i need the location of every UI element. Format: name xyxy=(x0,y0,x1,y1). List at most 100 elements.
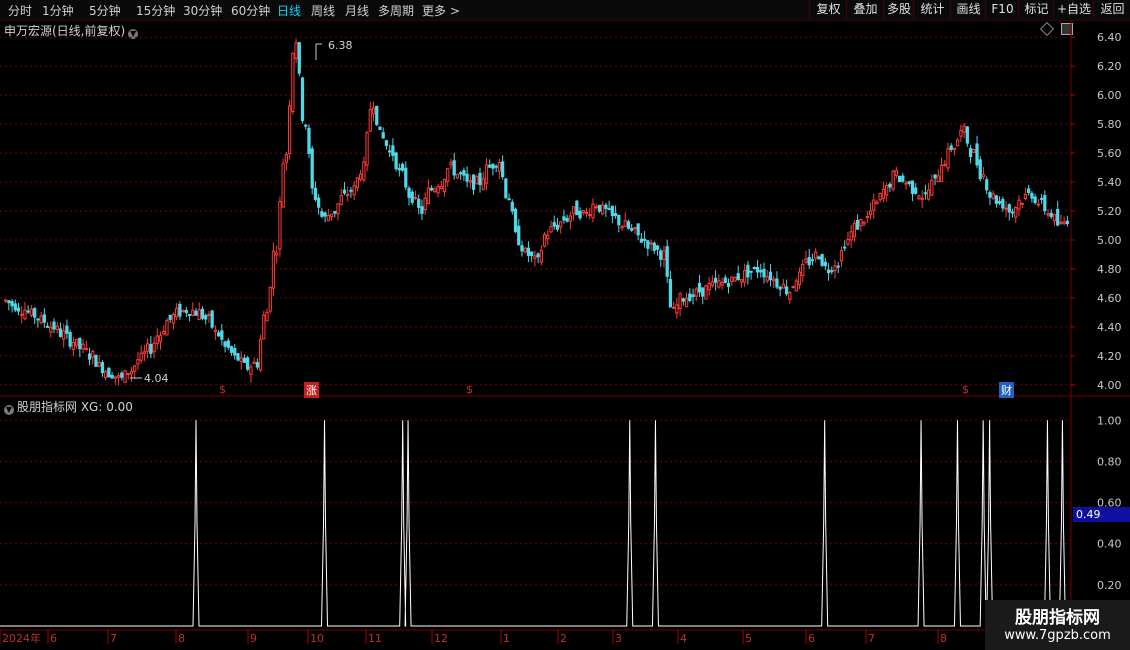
candle-body xyxy=(904,182,908,185)
candle-body xyxy=(381,132,385,139)
candle-body xyxy=(204,315,208,320)
candle-body xyxy=(997,200,1002,204)
candle-body xyxy=(478,172,482,186)
candle-body xyxy=(410,191,414,203)
candle-body xyxy=(55,325,59,331)
candle-body xyxy=(801,264,805,277)
price-tick-label: 5.80 xyxy=(1097,118,1122,131)
candle-body xyxy=(23,309,27,320)
candle-body xyxy=(697,282,702,293)
candle-body xyxy=(333,211,337,214)
candle-body xyxy=(823,261,827,267)
candle-body xyxy=(936,175,940,183)
candle-body xyxy=(1001,199,1005,209)
candle-body xyxy=(397,168,401,171)
dividend-marker[interactable]: $ xyxy=(466,383,473,396)
candle-body xyxy=(759,269,763,273)
price-tick-label: 4.80 xyxy=(1097,263,1122,276)
candle-body xyxy=(287,105,292,154)
candle-body xyxy=(581,210,585,214)
candle-body xyxy=(584,212,589,215)
candle-body xyxy=(1004,207,1008,210)
candle-body xyxy=(391,145,395,156)
price-tick-label: 6.00 xyxy=(1097,89,1122,102)
candle-body xyxy=(155,335,159,344)
month-label: 3 xyxy=(615,632,622,645)
candle-body xyxy=(736,273,740,281)
dividend-marker[interactable]: $ xyxy=(962,383,969,396)
candle-body xyxy=(178,303,182,317)
candle-body xyxy=(426,187,431,205)
candle-body xyxy=(29,308,34,316)
candle-body xyxy=(275,252,279,256)
candle-body xyxy=(81,343,85,350)
indicator-tick-label: 0.40 xyxy=(1097,538,1122,551)
candle-body xyxy=(42,314,46,323)
candle-body xyxy=(562,216,566,221)
indicator-line xyxy=(0,420,1071,627)
candle-body xyxy=(136,359,140,365)
candle-body xyxy=(329,213,334,218)
candle-body xyxy=(323,212,327,217)
candle-body xyxy=(268,286,272,312)
candle-body xyxy=(74,338,79,346)
candle-body xyxy=(1039,197,1044,200)
candle-body xyxy=(1017,199,1021,210)
candle-body xyxy=(565,218,569,222)
candle-body xyxy=(194,310,198,316)
indicator-tick-label: 0.20 xyxy=(1097,579,1122,592)
candle-body xyxy=(262,314,266,340)
candle-body xyxy=(313,187,318,200)
candle-body xyxy=(733,276,737,282)
candle-body xyxy=(49,326,53,333)
candle-body xyxy=(152,342,156,353)
candle-body xyxy=(720,281,724,286)
candle-body xyxy=(58,328,63,337)
candle-body xyxy=(471,174,476,190)
candle-body xyxy=(310,148,314,189)
candle-body xyxy=(539,249,543,263)
candle-body xyxy=(659,250,663,260)
candle-body xyxy=(436,186,440,194)
candle-body xyxy=(923,192,928,195)
candle-body xyxy=(981,174,986,178)
candle-body xyxy=(388,150,392,153)
candle-body xyxy=(110,374,114,379)
candle-body xyxy=(707,283,711,291)
candle-body xyxy=(623,220,627,227)
candle-body xyxy=(607,208,611,211)
candle-body xyxy=(536,253,540,258)
candle-body xyxy=(249,366,253,375)
candle-body xyxy=(258,339,263,371)
month-label: 6 xyxy=(808,632,815,645)
candle-body xyxy=(939,165,944,182)
financial-report-badge[interactable]: 财 xyxy=(999,382,1014,398)
candle-body xyxy=(743,270,747,283)
watermark: 股朋指标网 www.7gpzb.com xyxy=(985,600,1130,650)
candle-body xyxy=(555,224,560,230)
month-label: 9 xyxy=(250,632,257,645)
candle-body xyxy=(642,238,647,241)
candle-body xyxy=(1062,221,1066,225)
candle-body xyxy=(236,353,240,361)
limit-up-badge[interactable]: 涨 xyxy=(304,382,319,398)
candle-body xyxy=(229,346,234,353)
candle-body xyxy=(868,210,873,216)
candle-body xyxy=(68,332,72,347)
price-tick-label: 5.00 xyxy=(1097,234,1122,247)
candle-body xyxy=(62,330,66,340)
dividend-marker[interactable]: $ xyxy=(219,383,226,396)
candle-body xyxy=(894,170,898,176)
candle-body xyxy=(552,222,556,227)
candle-body xyxy=(197,309,201,321)
candle-body xyxy=(810,259,815,262)
candle-body xyxy=(546,234,550,240)
candle-body xyxy=(920,197,924,201)
candle-body xyxy=(242,357,247,363)
candle-body xyxy=(342,189,347,194)
candle-body xyxy=(975,143,979,166)
candle-body xyxy=(843,246,847,249)
candle-body xyxy=(833,265,837,271)
candle-body xyxy=(681,298,685,302)
candle-body xyxy=(1043,195,1047,212)
